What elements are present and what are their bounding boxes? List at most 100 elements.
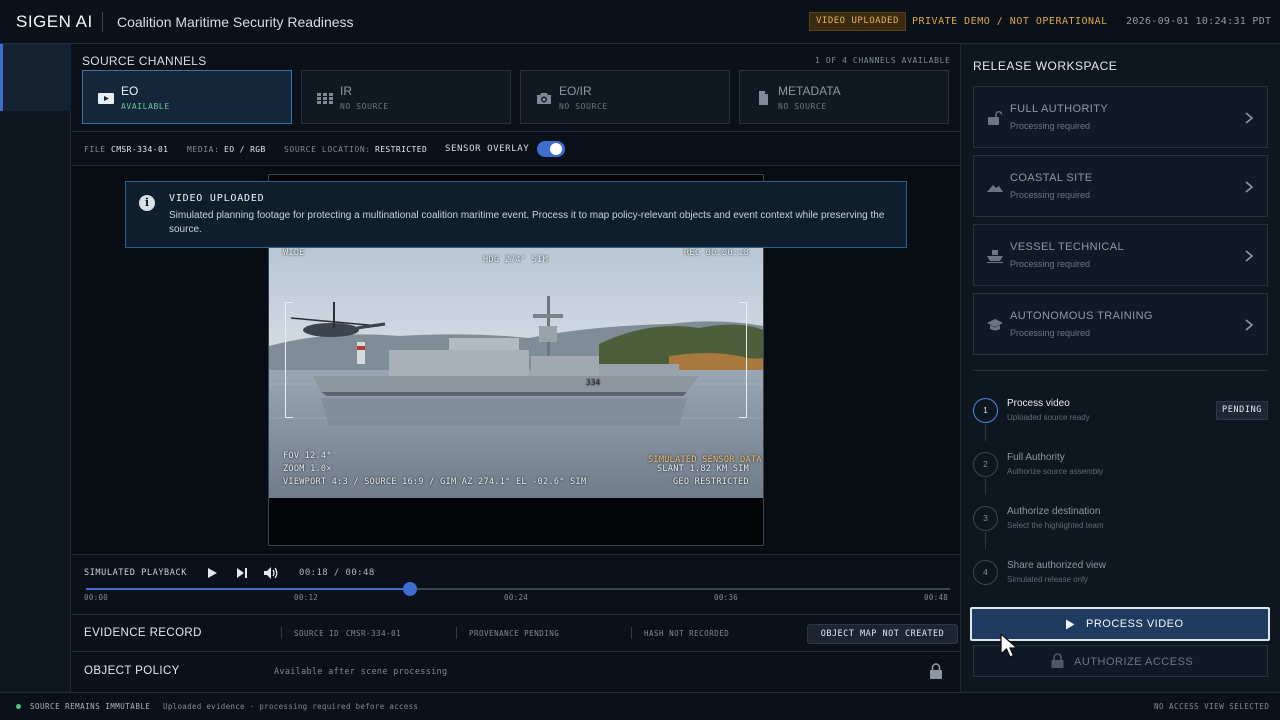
timeline-tick: 00:12: [294, 593, 319, 602]
lock-icon: [930, 663, 942, 679]
source-id-value: CMSR-334-01: [346, 629, 402, 638]
workspace-card-full-authority[interactable]: FULL AUTHORITY Processing required: [973, 86, 1268, 148]
channel-status: AVAILABLE: [121, 102, 170, 111]
timeline-tick: 00:24: [504, 593, 529, 602]
media-value: EO / RGB: [224, 145, 266, 154]
playback-time: 00:18 / 00:48: [299, 568, 375, 578]
evidence-record-title: EVIDENCE RECORD: [84, 627, 202, 639]
step-number: 4: [973, 560, 998, 585]
ship-icon: [987, 250, 1003, 263]
sensor-overlay-label: SENSOR OVERLAY: [445, 144, 530, 154]
hud-viewport: VIEWPORT 4:3 / SOURCE 16:9 / GIM AZ 274.…: [283, 477, 587, 487]
channel-name: IR: [340, 84, 352, 98]
location-value: RESTRICTED: [375, 145, 428, 154]
timeline-tick: 00:00: [84, 593, 109, 602]
media-label: MEDIA:: [187, 145, 220, 154]
chevron-right-icon: [1245, 112, 1254, 124]
file-value: CMSR-334-01: [111, 145, 169, 154]
play-icon[interactable]: [204, 565, 220, 581]
source-id-label: SOURCE ID: [294, 629, 340, 638]
volume-icon[interactable]: [263, 565, 279, 581]
channel-status: NO SOURCE: [340, 102, 389, 111]
demo-label: PRIVATE DEMO / NOT OPERATIONAL: [912, 16, 1108, 27]
hash-status: HASH NOT RECORDED: [644, 629, 730, 638]
video-icon: [98, 93, 114, 104]
chevron-right-icon: [1245, 181, 1254, 193]
info-icon: i: [139, 195, 155, 211]
unlock-icon: [988, 111, 1003, 125]
workspace-card-name: FULL AUTHORITY: [1010, 103, 1109, 115]
status-middle: Uploaded evidence · processing required …: [163, 702, 419, 711]
timeline-scrubber[interactable]: [403, 582, 417, 596]
lock-icon: [1051, 653, 1064, 668]
channel-status: NO SOURCE: [559, 102, 608, 111]
source-channels-title: SOURCE CHANNELS: [82, 54, 207, 68]
left-rail: [0, 44, 71, 692]
step-subtitle: Select the highlighted team: [1007, 521, 1104, 530]
object-policy-title: OBJECT POLICY: [84, 665, 180, 677]
workspace-card-status: Processing required: [1010, 259, 1091, 269]
workspace-card-coastal-site[interactable]: COASTAL SITE Processing required: [973, 155, 1268, 217]
step-subtitle: Authorize source assembly: [1007, 467, 1104, 476]
provenance-status: PROVENANCE PENDING: [469, 629, 560, 638]
process-video-label: PROCESS VIDEO: [1086, 618, 1184, 630]
status-right: NO ACCESS VIEW SELECTED: [1154, 702, 1270, 711]
grid-icon: [317, 93, 333, 104]
workspace-card-status: Processing required: [1010, 328, 1091, 338]
hud-heading: HDG 274° SIM: [483, 255, 549, 265]
play-icon: [1066, 619, 1075, 630]
playback-label: SIMULATED PLAYBACK: [84, 568, 187, 578]
channel-ir[interactable]: IR NO SOURCE: [301, 70, 511, 124]
brand-divider: [102, 12, 103, 32]
divider: [281, 627, 282, 639]
mouse-cursor-icon: [1000, 633, 1018, 658]
workspace-card-name: VESSEL TECHNICAL: [1010, 241, 1124, 253]
status-left: SOURCE REMAINS IMMUTABLE: [30, 702, 151, 711]
channel-eo-ir[interactable]: EO/IR NO SOURCE: [520, 70, 730, 124]
step-title: Full Authority: [1007, 452, 1065, 463]
chevron-right-icon: [1245, 319, 1254, 331]
release-workspace-title: RELEASE WORKSPACE: [973, 59, 1118, 73]
app-title: Coalition Maritime Security Readiness: [117, 14, 354, 30]
workspace-card-name: AUTONOMOUS TRAINING: [1010, 310, 1153, 322]
step-title: Authorize destination: [1007, 506, 1101, 517]
location-label: SOURCE LOCATION:: [284, 145, 371, 154]
object-policy-note: Available after scene processing: [274, 667, 448, 677]
graduation-cap-icon: [987, 319, 1003, 331]
hull-number: 334: [586, 378, 601, 387]
rail-item-active[interactable]: [0, 44, 71, 111]
object-map-badge: OBJECT MAP NOT CREATED: [807, 624, 958, 644]
workspace-card-name: COASTAL SITE: [1010, 172, 1093, 184]
terrain-icon: [987, 185, 1003, 192]
step-number: 2: [973, 452, 998, 477]
timeline-progress: [86, 588, 410, 590]
channel-name: EO: [121, 84, 139, 98]
brand-logo[interactable]: SIGEN AI: [16, 12, 93, 32]
step-subtitle: Uploaded source ready: [1007, 413, 1090, 422]
channel-name: METADATA: [778, 84, 841, 98]
channel-eo[interactable]: EO AVAILABLE: [82, 70, 292, 124]
channel-status: NO SOURCE: [778, 102, 827, 111]
toggle-knob[interactable]: [550, 143, 562, 155]
hud-mode: WIDE: [283, 248, 305, 258]
hud-record-time: REC 00:00:18: [684, 248, 750, 258]
divider: [631, 627, 632, 639]
step-connector: [985, 532, 986, 549]
camera-icon: [537, 93, 551, 104]
step-title: Process video: [1007, 398, 1070, 409]
document-icon: [759, 91, 768, 105]
skip-forward-icon[interactable]: [234, 565, 250, 581]
target-bracket-right: [739, 302, 747, 418]
workspace-card-status: Processing required: [1010, 121, 1091, 131]
channels-available-count: 1 OF 4 CHANNELS AVAILABLE: [815, 56, 951, 65]
workspace-card-autonomous-training[interactable]: AUTONOMOUS TRAINING Processing required: [973, 293, 1268, 355]
step-title: Share authorized view: [1007, 560, 1106, 571]
playback-bar: [72, 554, 960, 615]
timeline-tick: 00:36: [714, 593, 739, 602]
workspace-card-vessel-technical[interactable]: VESSEL TECHNICAL Processing required: [973, 224, 1268, 286]
step-connector: [985, 478, 986, 495]
hud-zoom: ZOOM 1.0×: [283, 464, 332, 474]
hud-geo: GEO RESTRICTED: [673, 477, 749, 487]
channel-metadata[interactable]: METADATA NO SOURCE: [739, 70, 949, 124]
step-subtitle: Simulated release only: [1007, 575, 1088, 584]
